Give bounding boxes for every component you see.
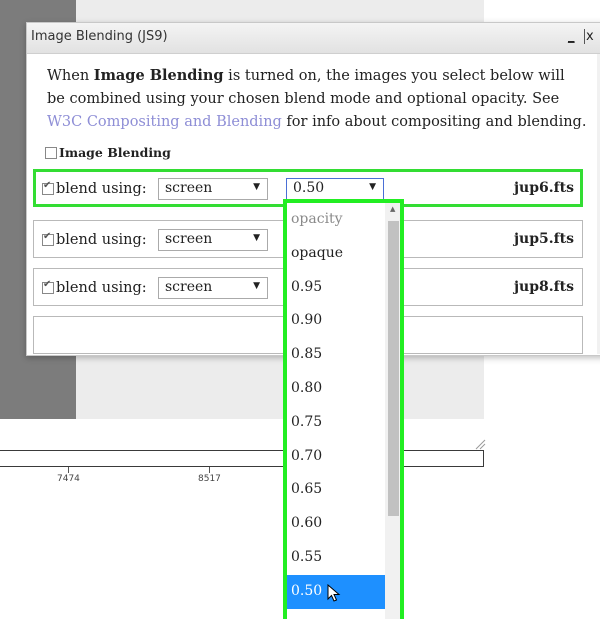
blend-checkbox[interactable] [42,231,54,246]
option-0-75[interactable]: 0.75 [287,406,385,440]
resize-grip-icon[interactable] [474,438,486,450]
blend-mode-select[interactable]: screen ▼ [158,178,268,200]
minimize-button[interactable]: _ [568,29,575,44]
option-0-65[interactable]: 0.65 [287,473,385,507]
file-name: jup8.fts [513,279,574,295]
option-0-50-selected[interactable]: 0.50 [287,574,385,609]
image-blending-toggle[interactable]: Image Blending [45,145,171,160]
axis-ruler [0,450,484,467]
w3c-link[interactable]: W3C Compositing and Blending [47,114,282,130]
caret-down-icon: ▼ [369,182,376,192]
ruler-tick [209,467,210,473]
option-0-55[interactable]: 0.55 [287,541,385,575]
opacity-options: opacity opaque 0.95 0.90 0.85 0.80 0.75 … [287,203,385,609]
opacity-select[interactable]: 0.50 ▼ [286,178,384,200]
option-0-90[interactable]: 0.90 [287,304,385,338]
opacity-dropdown-list: opacity opaque 0.95 0.90 0.85 0.80 0.75 … [283,199,404,619]
option-0-95[interactable]: 0.95 [287,271,385,305]
blend-label: blend using: [56,181,147,197]
blend-checkbox[interactable] [42,180,54,195]
image-blending-label: Image Blending [59,145,171,160]
scroll-up-icon[interactable]: ▲ [390,205,395,213]
dropdown-scrollbar[interactable]: ▲ [385,203,400,619]
caret-down-icon: ▼ [253,182,260,192]
option-0-80[interactable]: 0.80 [287,372,385,406]
blend-checkbox[interactable] [42,279,54,294]
ruler-tick [68,467,69,473]
ruler-tick-label: 7474 [57,474,80,484]
caret-down-icon: ▼ [253,233,260,243]
option-opaque[interactable]: opaque [287,237,385,271]
blend-label: blend using: [56,232,147,248]
description-text: When Image Blending is turned on, the im… [47,67,587,130]
file-name: jup5.fts [513,231,574,247]
ruler-tick-label: 8517 [198,474,221,484]
image-blending-term: Image Blending [93,67,224,84]
blend-mode-select[interactable]: screen ▼ [158,229,268,251]
dialog-title: Image Blending (JS9) [31,29,168,44]
image-blending-checkbox[interactable] [45,146,57,159]
option-0-60[interactable]: 0.60 [287,507,385,541]
caret-down-icon: ▼ [253,281,260,291]
blend-mode-select[interactable]: screen ▼ [158,277,268,299]
option-opacity: opacity [291,211,343,227]
option-0-85[interactable]: 0.85 [287,338,385,372]
blend-label: blend using: [56,280,147,296]
close-button[interactable]: x [584,29,594,44]
dropdown-scroll-thumb[interactable] [388,221,399,516]
option-0-70[interactable]: 0.70 [287,440,385,474]
mouse-pointer-icon [327,583,341,602]
file-name: jup6.fts [513,180,574,196]
dialog-titlebar[interactable]: Image Blending (JS9) _ x [27,23,600,54]
